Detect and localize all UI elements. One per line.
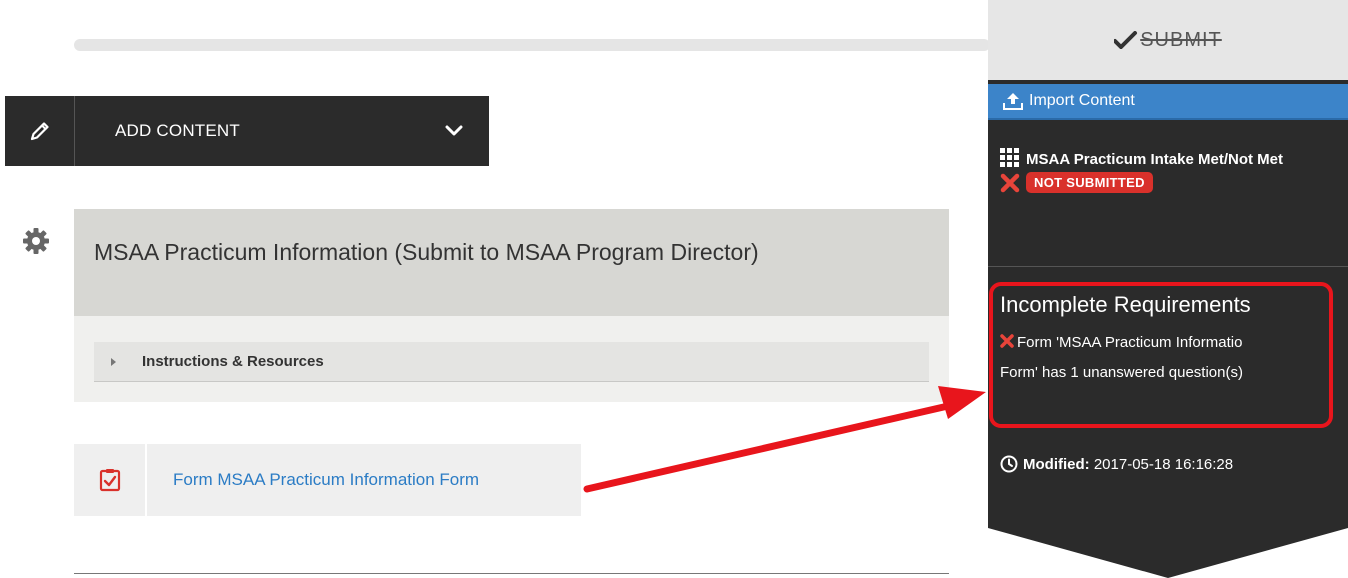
divider	[74, 573, 949, 574]
x-icon	[1000, 173, 1020, 192]
grid-icon	[1000, 148, 1019, 167]
add-content-toolbar[interactable]: ADD CONTENT	[5, 96, 489, 166]
submission-panel: SUBMIT Import Content MSAA Practicum Int…	[988, 0, 1348, 578]
submission-item: MSAA Practicum Intake Met/Not Met NOT SU…	[1000, 148, 1340, 193]
modified-label: Modified:	[1023, 455, 1090, 473]
instructions-toggle[interactable]: Instructions & Resources	[94, 342, 929, 382]
content-section: MSAA Practicum Information (Submit to MS…	[74, 209, 949, 402]
chevron-down-icon[interactable]	[419, 96, 489, 166]
submit-button[interactable]: SUBMIT	[988, 0, 1348, 80]
pencil-icon[interactable]	[5, 96, 75, 166]
clock-icon	[1000, 455, 1018, 473]
modified-info: Modified: 2017-05-18 16:16:28	[1000, 455, 1233, 473]
import-content-button[interactable]: Import Content	[988, 84, 1348, 120]
check-icon	[1114, 31, 1138, 49]
form-link[interactable]: Form MSAA Practicum Information Form	[147, 444, 479, 516]
status-badge: NOT SUBMITTED	[1026, 172, 1153, 193]
add-content-label[interactable]: ADD CONTENT	[75, 96, 419, 166]
upload-icon	[1003, 93, 1023, 110]
gear-icon[interactable]	[22, 227, 50, 255]
clipboard-check-icon	[74, 444, 147, 516]
progress-bar	[74, 39, 990, 51]
section-title: MSAA Practicum Information (Submit to MS…	[74, 209, 949, 316]
expand-arrow-icon[interactable]	[111, 357, 116, 366]
import-content-label[interactable]: Import Content	[1029, 92, 1135, 110]
modified-value: 2017-05-18 16:16:28	[1093, 455, 1234, 473]
panel-divider	[988, 266, 1348, 267]
submit-label[interactable]: SUBMIT	[1140, 29, 1222, 52]
form-item[interactable]: Form MSAA Practicum Information Form	[74, 444, 581, 516]
highlight-box	[989, 282, 1333, 428]
item-title: MSAA Practicum Intake Met/Not Met	[1026, 151, 1283, 168]
instructions-label[interactable]: Instructions & Resources	[142, 353, 324, 370]
